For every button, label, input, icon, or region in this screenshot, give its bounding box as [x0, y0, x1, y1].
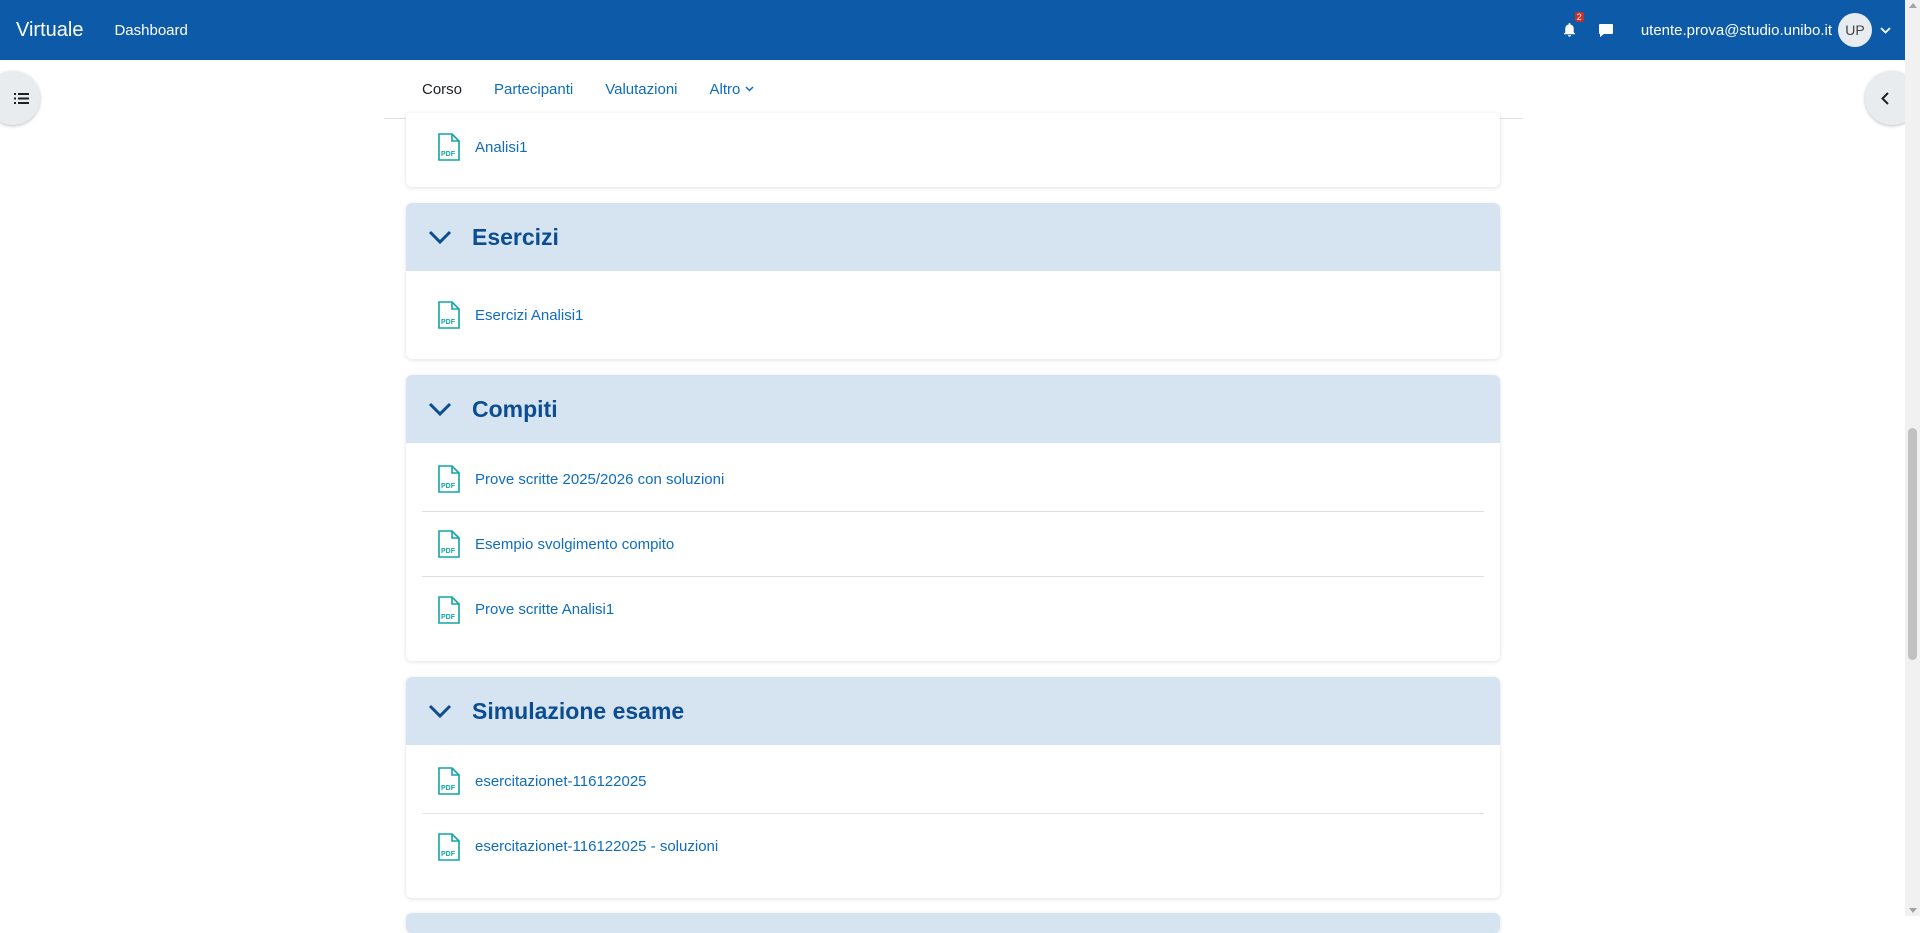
tab-altro[interactable]: Altro: [694, 60, 771, 118]
activity-link[interactable]: Analisi1: [475, 139, 528, 156]
tab-label: Altro: [709, 80, 741, 98]
chevron-left-icon: [1881, 91, 1889, 105]
section-header[interactable]: Compiti: [406, 375, 1500, 443]
pdf-file-icon: PDF: [436, 464, 462, 494]
course-section: PDF Analisi1: [406, 113, 1500, 187]
brand-logo[interactable]: Virtuale: [16, 19, 83, 42]
activity-link[interactable]: Esempio svolgimento compito: [475, 536, 674, 553]
svg-text:PDF: PDF: [441, 785, 456, 792]
tab-partecipanti[interactable]: Partecipanti: [478, 60, 589, 118]
chevron-down-icon[interactable]: [428, 704, 452, 718]
section-header[interactable]: Simulazione esame: [406, 677, 1500, 745]
pdf-file-icon: PDF: [436, 529, 462, 559]
pdf-file-icon: PDF: [436, 832, 462, 862]
activity-link[interactable]: Prove scritte Analisi1: [475, 601, 614, 618]
scrollbar-thumb[interactable]: [1908, 428, 1917, 660]
tab-label: Corso: [422, 80, 463, 98]
notifications-button[interactable]: 2: [1559, 12, 1584, 41]
chevron-down-icon: [745, 86, 754, 92]
bell-icon: [1564, 22, 1576, 37]
pdf-file-icon: PDF: [436, 595, 462, 625]
pdf-file-icon: PDF: [436, 766, 462, 796]
activity-item[interactable]: PDF Prove scritte 2025/2026 con soluzion…: [422, 447, 1484, 512]
svg-text:PDF: PDF: [441, 151, 456, 158]
messages-button[interactable]: [1595, 19, 1617, 41]
dashboard-link[interactable]: Dashboard: [114, 22, 187, 39]
pdf-file-icon: PDF: [436, 132, 462, 162]
course-secondary-nav: Corso Partecipanti Valutazioni Altro: [384, 60, 1523, 119]
course-index-drawer-toggle[interactable]: [0, 71, 40, 125]
scroll-up-arrow-icon[interactable]: [1909, 3, 1917, 8]
course-section-partial: [406, 913, 1500, 933]
user-email[interactable]: utente.prova@studio.unibo.it: [1641, 22, 1832, 39]
activity-item[interactable]: PDF Prove scritte Analisi1: [422, 577, 1484, 642]
svg-text:PDF: PDF: [441, 319, 456, 326]
top-navbar: Virtuale Dashboard 2 utente.prova@studio…: [0, 0, 1905, 60]
activity-item[interactable]: PDF esercitazionet-116122025: [422, 749, 1484, 814]
section-title: Compiti: [472, 395, 558, 422]
activity-link[interactable]: Prove scritte 2025/2026 con soluzioni: [475, 471, 724, 488]
svg-text:PDF: PDF: [441, 548, 456, 555]
svg-text:PDF: PDF: [441, 851, 456, 858]
chevron-down-icon[interactable]: [428, 402, 452, 416]
chat-bubble-icon: [1598, 23, 1613, 37]
course-section: Esercizi PDF Esercizi Analisi1: [406, 203, 1500, 359]
list-icon: [14, 92, 29, 104]
notification-count-badge: 2: [1574, 12, 1584, 22]
activity-item[interactable]: PDF Esercizi Analisi1: [422, 271, 1484, 359]
course-section: Simulazione esame PDF esercitazionet-116…: [406, 677, 1500, 898]
svg-text:PDF: PDF: [441, 614, 456, 621]
section-title: Simulazione esame: [472, 697, 685, 724]
activity-link[interactable]: Esercizi Analisi1: [475, 307, 583, 324]
navbar-user-area: 2 utente.prova@studio.unibo.it UP: [1559, 0, 1905, 60]
avatar[interactable]: UP: [1838, 13, 1872, 47]
page-scrollbar[interactable]: [1905, 0, 1920, 916]
svg-text:PDF: PDF: [441, 483, 456, 490]
tab-valutazioni[interactable]: Valutazioni: [589, 60, 693, 118]
tab-label: Partecipanti: [494, 80, 574, 98]
activity-item[interactable]: PDF Analisi1: [422, 113, 1484, 181]
tab-label: Valutazioni: [605, 80, 678, 98]
section-header[interactable]: Esercizi: [406, 203, 1500, 271]
activity-item[interactable]: PDF esercitazionet-116122025 - soluzioni: [422, 814, 1484, 879]
course-section: Compiti PDF Prove scritte 2025/2026 con …: [406, 375, 1500, 661]
pdf-file-icon: PDF: [436, 300, 462, 330]
scroll-down-arrow-icon[interactable]: [1909, 908, 1917, 913]
tab-corso[interactable]: Corso: [406, 60, 479, 119]
section-title: Esercizi: [472, 223, 559, 250]
activity-link[interactable]: esercitazionet-116122025: [475, 773, 647, 790]
user-menu-chevron-icon[interactable]: [1880, 26, 1891, 34]
activity-item[interactable]: PDF Esempio svolgimento compito: [422, 512, 1484, 577]
activity-link[interactable]: esercitazionet-116122025 - soluzioni: [475, 838, 718, 855]
chevron-down-icon[interactable]: [428, 230, 452, 244]
